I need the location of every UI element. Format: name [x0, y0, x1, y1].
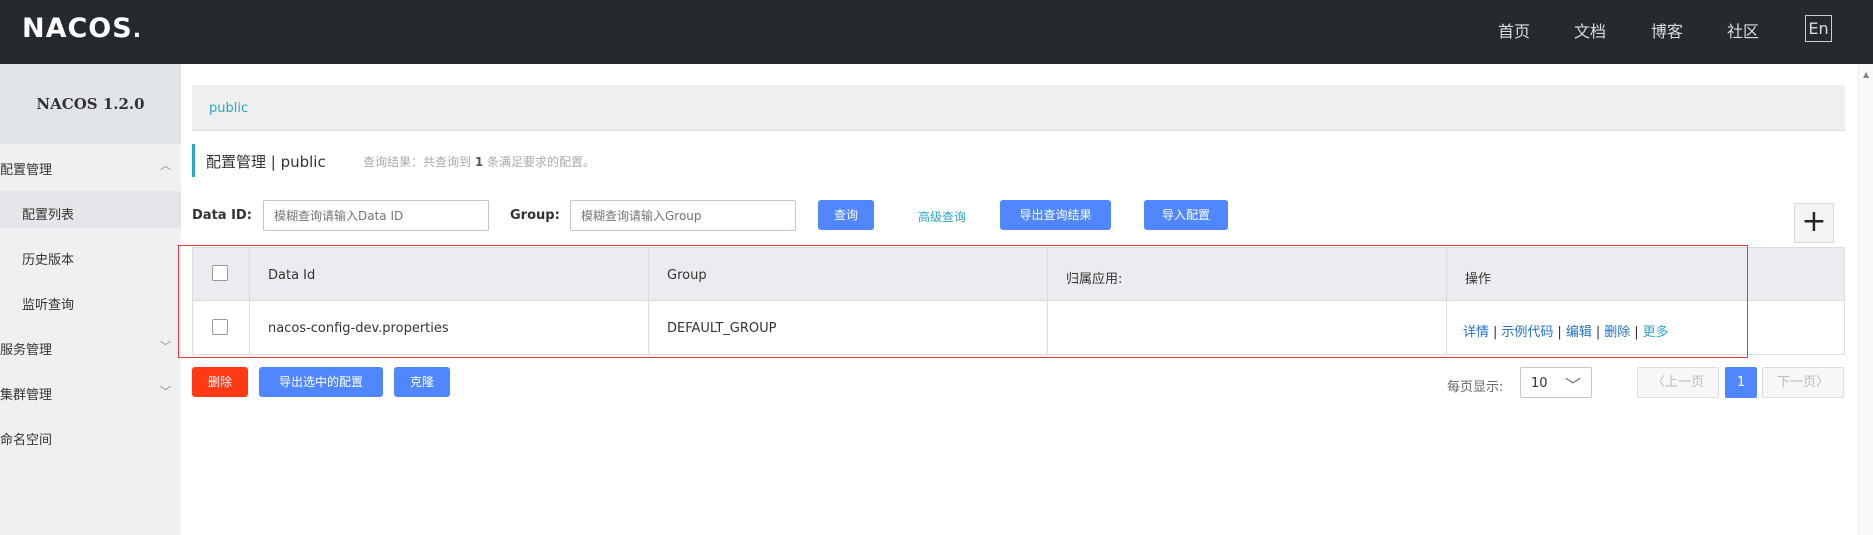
dataid-label: Data ID: [192, 208, 252, 223]
export-selected-button[interactable]: 导出选中的配置 [259, 367, 383, 397]
import-config-button[interactable]: 导入配置 [1144, 200, 1228, 230]
chevron-right-icon: 〉 [1816, 375, 1830, 390]
nav-blog[interactable]: 博客 [1651, 18, 1683, 42]
page-size-value: 10 [1531, 376, 1548, 391]
export-results-button[interactable]: 导出查询结果 [1000, 200, 1111, 230]
sidebar-item-cluster-management[interactable]: 集群管理 [0, 384, 52, 403]
title-accent-bar [192, 144, 195, 177]
nav-docs[interactable]: 文档 [1574, 18, 1606, 42]
annotation-highlight-box [178, 245, 1748, 358]
sidebar-title: NACOS 1.2.0 [0, 64, 181, 144]
page-size-select[interactable]: 10 ﹀ [1520, 367, 1592, 398]
page-title: 配置管理 | public [206, 153, 326, 171]
sidebar: NACOS 1.2.0 配置管理 ︿ 配置列表 历史版本 监听查询 服务管理 ﹀… [0, 64, 181, 535]
chevron-left-icon: 〈 [1651, 375, 1665, 390]
sidebar-item-namespace[interactable]: 命名空间 [0, 429, 52, 448]
chevron-down-icon[interactable]: ﹀ [160, 383, 171, 399]
sidebar-item-service-management[interactable]: 服务管理 [0, 339, 52, 358]
next-page-label: 下一页 [1776, 375, 1816, 390]
sidebar-item-listener-query[interactable]: 监听查询 [22, 294, 74, 313]
chevron-down-icon[interactable]: ﹀ [160, 338, 171, 354]
group-label: Group: [510, 208, 560, 223]
clone-button[interactable]: 克隆 [394, 367, 450, 397]
top-navbar: NACOS. 首页 文档 博客 社区 En [0, 0, 1873, 64]
next-page-button[interactable]: 下一页〉 [1762, 367, 1844, 398]
nav-home[interactable]: 首页 [1498, 18, 1530, 42]
sidebar-item-config-list[interactable]: 配置列表 [22, 204, 74, 223]
chevron-up-icon[interactable]: ︿ [160, 157, 171, 173]
query-result-summary: 查询结果：共查询到 1 条满足要求的配置。 [363, 155, 596, 169]
current-page-button[interactable]: 1 [1725, 367, 1757, 398]
group-input[interactable] [570, 200, 796, 231]
prev-page-label: 上一页 [1665, 375, 1705, 390]
vertical-scrollbar[interactable]: ▲ [1858, 64, 1873, 535]
chevron-down-icon: ﹀ [1564, 376, 1581, 395]
query-button[interactable]: 查询 [818, 200, 874, 230]
language-switch-button[interactable]: En [1805, 15, 1832, 42]
logo-text: NACOS [22, 13, 133, 44]
nav-community[interactable]: 社区 [1727, 18, 1759, 42]
scroll-up-icon[interactable]: ▲ [1863, 70, 1869, 79]
add-config-button[interactable]: + [1794, 203, 1834, 243]
namespace-bar: public [192, 85, 1845, 131]
dataid-input[interactable] [263, 200, 489, 231]
namespace-link-public[interactable]: public [209, 101, 248, 116]
bulk-delete-button[interactable]: 删除 [192, 367, 248, 397]
sidebar-item-config-management[interactable]: 配置管理 [0, 159, 52, 178]
advanced-query-link[interactable]: 高级查询 [918, 208, 966, 225]
prev-page-button[interactable]: 〈上一页 [1637, 367, 1719, 398]
sidebar-item-history[interactable]: 历史版本 [22, 249, 74, 268]
page-size-label: 每页显示: [1447, 380, 1504, 395]
nacos-logo[interactable]: NACOS. [22, 13, 142, 44]
